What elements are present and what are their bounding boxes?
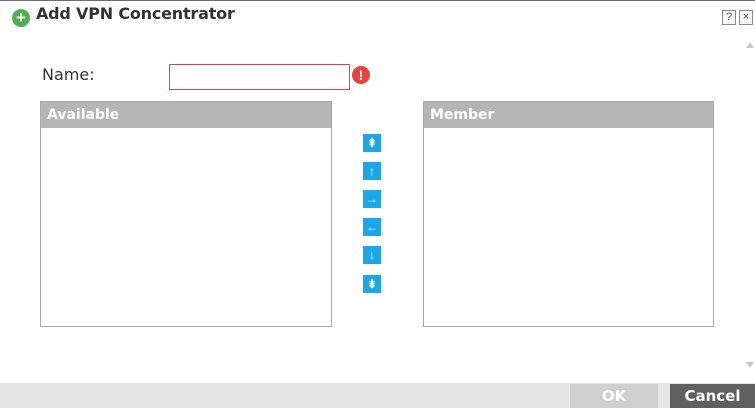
error-icon: ! <box>352 66 370 84</box>
move-all-up-button[interactable]: ⇞ <box>363 134 381 152</box>
ok-button[interactable]: OK <box>570 384 658 408</box>
remove-from-member-button[interactable]: ← <box>363 218 381 236</box>
add-to-member-button[interactable]: → <box>363 190 381 208</box>
name-label: Name: <box>42 65 95 84</box>
close-button[interactable]: × <box>739 10 753 25</box>
cancel-button[interactable]: Cancel <box>670 384 755 408</box>
available-list-header: Available <box>41 102 331 128</box>
member-list[interactable]: Member <box>423 101 714 327</box>
dialog-title: Add VPN Concentrator <box>36 4 235 23</box>
add-vpn-concentrator-dialog: + Add VPN Concentrator ? × Name: ! Avail… <box>0 0 755 408</box>
name-input[interactable] <box>169 64 350 90</box>
add-icon: + <box>12 9 30 27</box>
member-list-header: Member <box>424 102 713 128</box>
help-button[interactable]: ? <box>722 10 736 25</box>
scroll-down-arrow-icon[interactable] <box>746 362 754 368</box>
move-all-down-button[interactable]: ⇟ <box>363 275 381 293</box>
move-up-button[interactable]: ↑ <box>363 162 381 180</box>
scroll-up-arrow-icon[interactable] <box>746 42 754 48</box>
available-list[interactable]: Available <box>40 101 332 327</box>
move-down-button[interactable]: ↓ <box>363 246 381 264</box>
dialog-titlebar: + Add VPN Concentrator ? × <box>0 0 755 30</box>
